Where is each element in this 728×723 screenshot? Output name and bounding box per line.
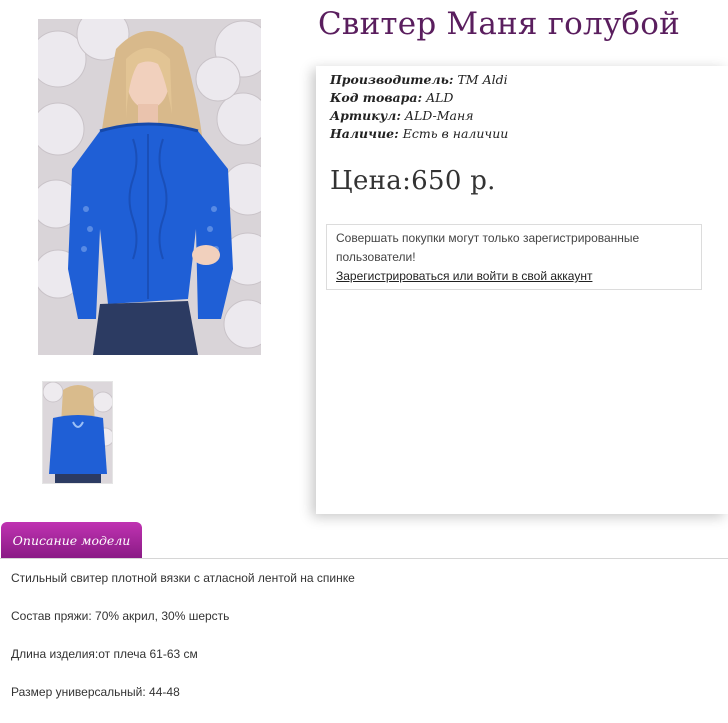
sweater-front-photo bbox=[38, 19, 261, 355]
description-line: Размер универсальный: 44-48 bbox=[11, 685, 180, 699]
tab-divider bbox=[0, 558, 728, 559]
product-code-value: ALD bbox=[426, 90, 454, 105]
login-notice: Совершать покупки могут только зарегистр… bbox=[326, 224, 702, 290]
register-login-link[interactable]: Зарегистрироваться или войти в свой акка… bbox=[336, 269, 592, 283]
description-line: Длина изделия:от плеча 61-63 см bbox=[11, 647, 198, 661]
stock-row: Наличие: Есть в наличии bbox=[330, 126, 509, 141]
description-line: Состав пряжи: 70% акрил, 30% шерсть bbox=[11, 609, 230, 623]
main-product-image[interactable] bbox=[38, 19, 261, 355]
sweater-back-photo bbox=[43, 382, 112, 483]
tab-model-description[interactable]: Описание модели bbox=[1, 522, 142, 558]
product-code-row: Код товара: ALD bbox=[330, 90, 454, 105]
product-title: Свитер Маня голубой bbox=[318, 6, 680, 42]
product-price: Цена:650 р. bbox=[330, 166, 496, 196]
stock-value: Есть в наличии bbox=[402, 126, 509, 141]
model-description: Стильный свитер плотной вязки с атласной… bbox=[11, 571, 355, 723]
description-line: Стильный свитер плотной вязки с атласной… bbox=[11, 571, 355, 585]
manufacturer-value: ТМ Aldi bbox=[457, 72, 508, 87]
manufacturer-row: Производитель: ТМ Aldi bbox=[330, 72, 508, 87]
product-meta: Производитель: ТМ Aldi Код товара: ALD А… bbox=[330, 71, 508, 143]
product-info-panel: Производитель: ТМ Aldi Код товара: ALD А… bbox=[316, 66, 728, 514]
login-notice-text: Совершать покупки могут только зарегистр… bbox=[336, 231, 640, 264]
sku-row: Артикул: ALD-Маня bbox=[330, 108, 474, 123]
thumbnail-image[interactable] bbox=[42, 381, 113, 484]
sku-value: ALD-Маня bbox=[404, 108, 474, 123]
